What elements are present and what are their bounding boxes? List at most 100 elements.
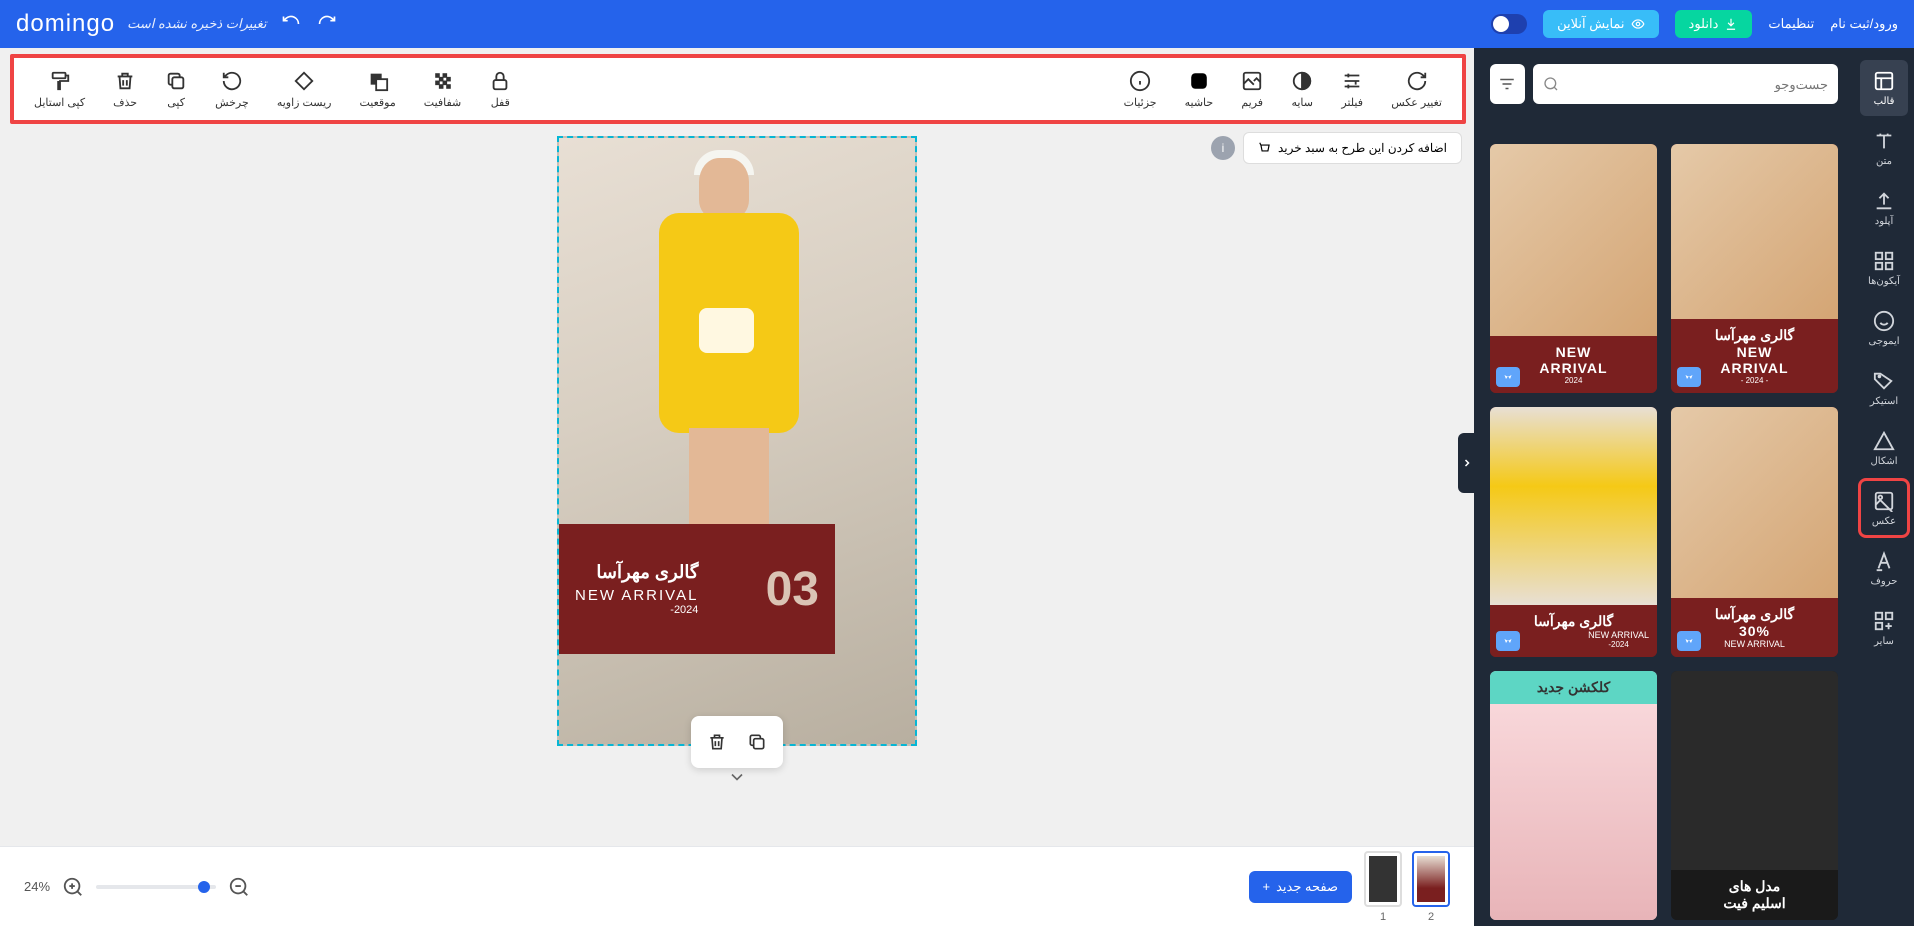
plus-icon: + [1263,879,1271,894]
copy-icon [747,732,767,752]
page-thumb-2[interactable] [1412,851,1450,907]
nav-image[interactable]: عکس [1860,480,1908,536]
image-icon [1241,70,1263,92]
info-button[interactable]: i [1211,136,1235,160]
tag-icon [1873,370,1895,392]
tool-details[interactable]: جزئیات [1124,70,1157,109]
chevron-down-icon [727,767,747,787]
add-to-cart-button[interactable]: اضافه کردن این طرح به سبد خرید [1243,132,1462,164]
template-card[interactable]: گالری مهرآساNEWARRIVAL- 2024 - [1671,144,1838,393]
search-input[interactable] [1567,77,1828,92]
premium-badge-icon [1677,367,1701,387]
info-icon [1129,70,1151,92]
trash-icon [114,70,136,92]
tool-opacity[interactable]: شفافیت [424,70,462,109]
duplicate-button[interactable] [739,724,775,760]
page-thumb-1[interactable] [1364,851,1402,907]
floating-actions [691,716,783,768]
overlay-year: 2024- [575,604,698,616]
settings-link[interactable]: تنظیمات [1768,16,1814,32]
nav-upload[interactable]: آپلود [1860,180,1908,236]
copy-icon [165,70,187,92]
premium-badge-icon [1496,631,1520,651]
checkerboard-icon [432,70,454,92]
dark-mode-toggle[interactable] [1491,14,1527,34]
preview-button[interactable]: نمایش آنلاین [1543,10,1658,38]
delete-button[interactable] [699,724,735,760]
template-card[interactable]: کلکشن جدید [1490,671,1657,920]
canvas-area: اضافه کردن این طرح به سبد خرید i 03 گالر… [0,128,1474,846]
zoom-slider[interactable] [96,885,216,889]
tool-copy-style[interactable]: کپی استایل [34,70,85,109]
tool-border[interactable]: حاشیه [1185,70,1214,109]
zoom-out-button[interactable] [228,876,250,898]
template-card[interactable]: گالری مهرآسا30%NEW ARRIVAL [1671,407,1838,656]
cart-icon [1258,141,1272,155]
logo[interactable]: domingo [16,10,115,38]
template-grid: گالری مهرآساNEWARRIVAL- 2024 - NEWARRIVA… [1490,144,1838,920]
nav-shapes[interactable]: اشکال [1860,420,1908,476]
nav-fonts[interactable]: حروف [1860,540,1908,596]
page-thumbnails: 2 1 [1364,851,1450,923]
nav-emoji[interactable]: ایموجی [1860,300,1908,356]
app-header: ورود/ثبت نام تنظیمات دانلود نمایش آنلاین… [0,0,1914,48]
triangle-icon [1873,430,1895,452]
nav-other[interactable]: سایر [1860,600,1908,656]
rotate-icon [221,70,243,92]
text-icon [1873,130,1895,152]
template-card[interactable]: NEWARRIVAL2024 [1490,144,1657,393]
overlay-arrival: NEW ARRIVAL [575,587,698,604]
contrast-icon [1291,70,1313,92]
zoom-in-icon [62,876,84,898]
tool-rotate[interactable]: چرخش [215,70,249,109]
tool-position[interactable]: موقعیت [360,70,396,109]
template-card[interactable]: گالری مهرآساNEW ARRIVAL2024-03 [1490,407,1657,656]
paint-roller-icon [49,70,71,92]
smile-icon [1873,310,1895,332]
expand-pages-button[interactable] [727,767,747,792]
download-button[interactable]: دانلود [1675,10,1753,38]
undo-icon[interactable] [279,12,303,36]
more-icon [1873,610,1895,632]
search-icon [1543,76,1559,92]
tool-frame[interactable]: فریم [1241,70,1263,109]
download-icon [1724,17,1738,31]
zoom-out-icon [228,876,250,898]
trash-icon [707,732,727,752]
tool-lock[interactable]: قفل [489,70,511,109]
sidebar-nav: قالب متن آپلود آیکون‌ها ایموجی استیکر اش… [1854,48,1914,926]
nav-text[interactable]: متن [1860,120,1908,176]
sliders-icon [1341,70,1363,92]
image-toolbar: تغییر عکس فیلتر سایه فریم حاشیه جزئیات ق… [10,54,1466,124]
nav-icons[interactable]: آیکون‌ها [1860,240,1908,296]
search-box [1533,64,1838,104]
template-icon [1873,70,1895,92]
redo-icon[interactable] [315,12,339,36]
login-link[interactable]: ورود/ثبت نام [1830,16,1898,32]
grid-icon [1873,250,1895,272]
tool-filter[interactable]: فیلتر [1341,70,1363,109]
design-canvas[interactable]: 03 گالری مهرآسا NEW ARRIVAL 2024- [557,136,917,746]
canvas-text-overlay: 03 گالری مهرآسا NEW ARRIVAL 2024- [559,524,835,654]
layers-icon [367,70,389,92]
diamond-icon [293,70,315,92]
font-icon [1873,550,1895,572]
filter-button[interactable] [1490,64,1525,104]
filter-icon [1498,75,1516,93]
tool-copy[interactable]: کپی [165,70,187,109]
tool-reset-angle[interactable]: ریست زاویه [277,70,332,109]
premium-badge-icon [1496,367,1520,387]
template-card[interactable]: مدل هایاسلیم فیت [1671,671,1838,920]
nav-template[interactable]: قالب [1860,60,1908,116]
panel-collapse-handle[interactable] [1458,433,1476,493]
new-page-button[interactable]: صفحه جدید + [1249,871,1352,903]
tool-change-image[interactable]: تغییر عکس [1391,70,1442,109]
overlay-brand: گالری مهرآسا [575,562,698,583]
templates-panel: گالری مهرآساNEWARRIVAL- 2024 - NEWARRIVA… [1474,48,1854,926]
zoom-in-button[interactable] [62,876,84,898]
tool-delete[interactable]: حذف [113,70,137,109]
nav-sticker[interactable]: استیکر [1860,360,1908,416]
tool-shadow[interactable]: سایه [1291,70,1313,109]
unsaved-changes-text: تغییرات ذخیره نشده است [127,16,266,32]
image-icon [1873,490,1895,512]
